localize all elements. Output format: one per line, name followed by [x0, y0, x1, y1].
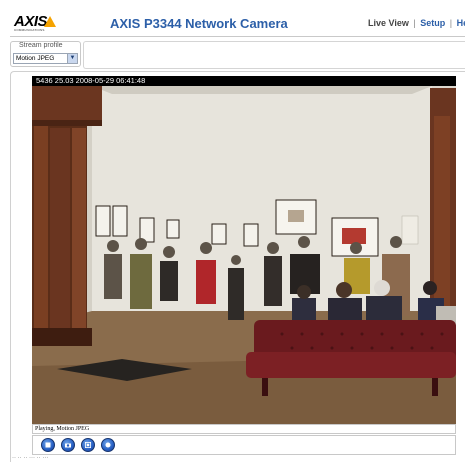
chevron-down-icon[interactable]: ▼ [67, 54, 77, 63]
view-full-screen-icon [85, 442, 91, 448]
snapshot-icon [65, 443, 71, 448]
record-button[interactable] [101, 438, 115, 452]
record-icon [105, 442, 111, 448]
nav-setup-link[interactable]: Setup [420, 18, 445, 28]
video-overlay-bar: 5436 25.03 2008-05-29 06:41:48 [32, 76, 456, 86]
stop-icon [45, 442, 51, 448]
nav-help-link[interactable]: He [457, 18, 465, 28]
stream-profile-label: Stream profile [19, 42, 63, 49]
video-overlay-text: 5436 25.03 2008-05-29 06:41:48 [36, 76, 146, 85]
nav-separator: | [449, 18, 453, 28]
playback-status: Playing, Motion JPEG [35, 426, 90, 432]
header-divider [10, 36, 465, 37]
snapshot-button[interactable] [61, 438, 75, 452]
axis-logo[interactable]: AXIS COMMUNICATIONS [14, 14, 58, 32]
live-video-stream[interactable]: 5436 25.03 2008-05-29 06:41:48 [32, 76, 456, 424]
gallery-scene-image [32, 76, 456, 424]
nav-separator: | [413, 18, 416, 28]
logo-wordmark: AXIS [14, 13, 48, 30]
control-panel [83, 41, 465, 69]
nav-live-view[interactable]: Live View [368, 18, 409, 28]
video-status-bar: Playing, Motion JPEG [32, 424, 456, 434]
stream-profile-value: Motion JPEG [16, 55, 55, 62]
top-navigation: Live View | Setup | He [368, 18, 465, 28]
logo-tagline: COMMUNICATIONS [14, 28, 45, 32]
stream-profile-group: Stream profile Motion JPEG ▼ [10, 41, 81, 67]
logo-triangle-icon [44, 16, 56, 27]
footer-text: ·· ·· ·· ··· ·· ··· [12, 455, 49, 461]
page-title: AXIS P3344 Network Camera [110, 16, 288, 31]
full-screen-button[interactable] [81, 438, 95, 452]
viewer-toolbar [32, 435, 456, 455]
stream-profile-select[interactable]: Motion JPEG ▼ [13, 53, 78, 64]
stop-button[interactable] [41, 438, 55, 452]
